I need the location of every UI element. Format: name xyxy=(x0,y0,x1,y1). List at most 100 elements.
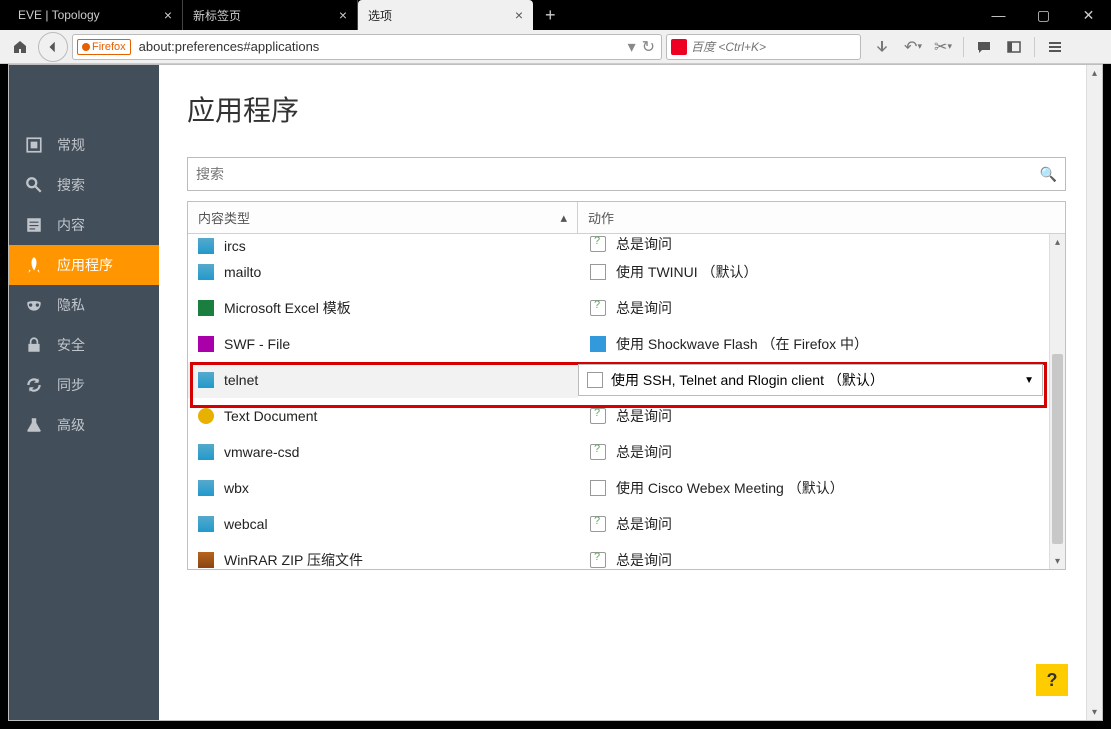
column-header-action[interactable]: 动作 xyxy=(578,202,1065,233)
close-button[interactable]: ✕ xyxy=(1066,0,1111,30)
action-cell: 总是询问 xyxy=(616,406,672,426)
separator xyxy=(963,37,964,57)
search-icon xyxy=(25,176,43,194)
sidebar-item-security[interactable]: 安全 xyxy=(9,325,159,365)
search-input[interactable] xyxy=(691,40,860,54)
browser-tabs: EVE | Topology × 新标签页 × 选项 × + xyxy=(0,0,568,30)
action-cell: 使用 Cisco Webex Meeting （默认） xyxy=(616,478,844,498)
search-icon: 🔍 xyxy=(1040,166,1057,183)
tab-options[interactable]: 选项 × xyxy=(358,0,533,30)
sidebar-item-general[interactable]: 常规 xyxy=(9,125,159,165)
ask-icon: ? xyxy=(590,236,606,252)
protocol-icon xyxy=(198,264,214,280)
ask-icon: ? xyxy=(590,516,606,532)
txt-icon xyxy=(198,408,214,424)
action-cell: 使用 Shockwave Flash （在 Firefox 中） xyxy=(616,334,868,354)
chat-button[interactable] xyxy=(970,33,998,61)
type-cell: WinRAR ZIP 压缩文件 xyxy=(224,550,363,569)
scroll-up-icon[interactable]: ▴ xyxy=(1050,234,1065,250)
sidebar-item-label: 内容 xyxy=(57,215,85,235)
sidebar-item-label: 隐私 xyxy=(57,295,85,315)
sidebar-item-content[interactable]: 内容 xyxy=(9,205,159,245)
new-tab-button[interactable]: + xyxy=(533,0,568,30)
applications-search-input[interactable] xyxy=(196,166,1040,182)
applications-grid: 内容类型 ▴ 动作 ircs ?总是询问 mailto 使用 TWINUI （默… xyxy=(187,201,1066,570)
column-header-type[interactable]: 内容类型 ▴ xyxy=(188,202,578,233)
tab-label: 选项 xyxy=(368,7,392,24)
grid-header: 内容类型 ▴ 动作 xyxy=(188,202,1065,234)
ask-icon: ? xyxy=(590,408,606,424)
content-frame: 常规 搜索 内容 应用程序 隐私 安全 同步 高级 xyxy=(8,64,1103,721)
column-label: 动作 xyxy=(588,208,614,227)
grid-scrollbar[interactable]: ▴ ▾ xyxy=(1049,234,1065,569)
minimize-button[interactable]: — xyxy=(976,0,1021,30)
table-row[interactable]: webcal ?总是询问 xyxy=(188,506,1065,542)
page-scrollbar[interactable]: ▴ ▾ xyxy=(1086,65,1102,720)
excel-icon xyxy=(198,300,214,316)
ask-icon: ? xyxy=(590,444,606,460)
back-button[interactable] xyxy=(38,32,68,62)
table-row[interactable]: Microsoft Excel 模板 ? 总是询问 xyxy=(188,290,1065,326)
scroll-up-icon[interactable]: ▴ xyxy=(1087,65,1102,81)
scrollbar-thumb[interactable] xyxy=(1052,354,1063,544)
column-label: 内容类型 xyxy=(198,208,250,227)
tab-new[interactable]: 新标签页 × xyxy=(183,0,358,30)
maximize-button[interactable]: ▢ xyxy=(1021,0,1066,30)
reload-icon[interactable]: ↻ xyxy=(642,37,655,57)
close-icon[interactable]: × xyxy=(339,7,347,23)
downloads-button[interactable] xyxy=(869,33,897,61)
sidebar-item-advanced[interactable]: 高级 xyxy=(9,405,159,445)
general-icon xyxy=(25,136,43,154)
cut-button[interactable]: ✂▾ xyxy=(929,33,957,61)
action-dropdown[interactable]: 使用 SSH, Telnet and Rlogin client （默认） ▼ xyxy=(578,364,1043,396)
help-button[interactable]: ? xyxy=(1036,664,1068,696)
table-row[interactable]: SWF - File 使用 Shockwave Flash （在 Firefox… xyxy=(188,326,1065,362)
sync-icon xyxy=(25,376,43,394)
table-row[interactable]: Text Document ?总是询问 xyxy=(188,398,1065,434)
table-row[interactable]: ircs ?总是询问 xyxy=(188,234,1065,254)
action-cell: 总是询问 xyxy=(616,298,672,318)
type-cell: SWF - File xyxy=(224,336,290,352)
dropmarker-icon[interactable]: ▾ xyxy=(628,37,636,57)
sidebar-item-label: 应用程序 xyxy=(57,255,113,275)
firefox-icon xyxy=(82,43,90,51)
table-row[interactable]: WinRAR ZIP 压缩文件 ?总是询问 xyxy=(188,542,1065,569)
sidebar-item-sync[interactable]: 同步 xyxy=(9,365,159,405)
scroll-down-icon[interactable]: ▾ xyxy=(1087,704,1102,720)
home-button[interactable] xyxy=(6,33,34,61)
protocol-icon xyxy=(198,372,214,388)
table-row[interactable]: mailto 使用 TWINUI （默认） xyxy=(188,254,1065,290)
lock-icon xyxy=(25,336,43,354)
protocol-icon xyxy=(198,238,214,254)
menu-button[interactable] xyxy=(1041,33,1069,61)
url-text[interactable]: about:preferences#applications xyxy=(135,39,622,54)
undo-button[interactable]: ↶▾ xyxy=(899,33,927,61)
type-cell: telnet xyxy=(224,372,258,388)
sidebar-item-label: 安全 xyxy=(57,335,85,355)
applications-search[interactable]: 🔍 xyxy=(187,157,1066,191)
table-row[interactable]: wbx 使用 Cisco Webex Meeting （默认） xyxy=(188,470,1065,506)
scroll-down-icon[interactable]: ▾ xyxy=(1050,553,1065,569)
url-bar[interactable]: Firefox about:preferences#applications ▾… xyxy=(72,34,662,60)
tab-eve-topology[interactable]: EVE | Topology × xyxy=(8,0,183,30)
ask-icon: ? xyxy=(590,300,606,316)
sidebar-item-search[interactable]: 搜索 xyxy=(9,165,159,205)
action-cell: 总是询问 xyxy=(616,550,672,569)
sidebar-item-label: 高级 xyxy=(57,415,85,435)
table-row[interactable]: vmware-csd ?总是询问 xyxy=(188,434,1065,470)
grid-body[interactable]: ircs ?总是询问 mailto 使用 TWINUI （默认） Microso… xyxy=(188,234,1065,569)
sidebar-item-privacy[interactable]: 隐私 xyxy=(9,285,159,325)
plugin-icon xyxy=(590,336,606,352)
close-icon[interactable]: × xyxy=(164,7,172,23)
sidebar-toggle-button[interactable] xyxy=(1000,33,1028,61)
type-cell: mailto xyxy=(224,264,261,280)
identity-badge[interactable]: Firefox xyxy=(77,39,131,55)
sidebar-item-label: 同步 xyxy=(57,375,85,395)
type-cell: Microsoft Excel 模板 xyxy=(224,298,351,318)
close-icon[interactable]: × xyxy=(515,7,523,23)
separator xyxy=(1034,37,1035,57)
sidebar-item-applications[interactable]: 应用程序 xyxy=(9,245,159,285)
search-bar[interactable] xyxy=(666,34,861,60)
identity-label: Firefox xyxy=(92,41,126,53)
baidu-icon xyxy=(671,39,687,55)
